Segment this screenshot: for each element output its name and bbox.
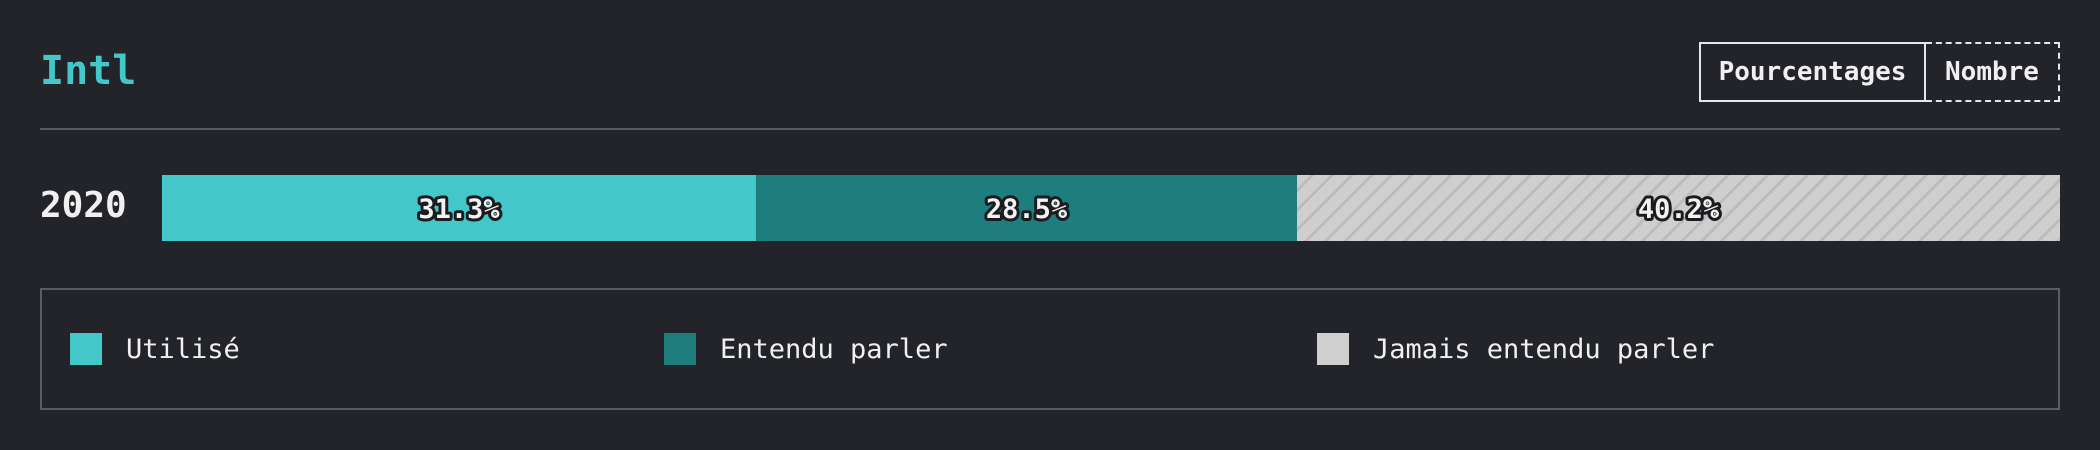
stacked-bar-chart: 31.3% 28.5% 40.2% <box>162 175 2060 241</box>
category-label: 2020 <box>40 185 127 226</box>
legend-label-never: Jamais entendu parler <box>1373 333 1715 365</box>
view-toggle: Pourcentages Nombre <box>1699 42 2060 102</box>
legend-item-heard[interactable]: Entendu parler <box>664 332 948 366</box>
legend: Utilisé Entendu parler Jamais entendu pa… <box>40 288 2060 410</box>
chart-page: Intl Pourcentages Nombre 2020 31.3% 28.5%… <box>0 0 2100 450</box>
legend-swatch-heard <box>664 333 696 365</box>
percentages-toggle-button[interactable]: Pourcentages <box>1699 42 1926 102</box>
legend-swatch-used <box>70 333 102 365</box>
legend-label-heard: Entendu parler <box>720 333 948 365</box>
bar-value-label-never: 40.2% <box>1638 194 1720 225</box>
bar-value-label-heard: 28.5% <box>986 194 1068 225</box>
legend-swatch-never <box>1317 333 1349 365</box>
bar-row: 2020 31.3% 28.5% 40.2% <box>40 175 2060 241</box>
legend-item-never[interactable]: Jamais entendu parler <box>1317 332 1714 366</box>
chart-title: Intl <box>40 48 137 94</box>
chart-header: Intl Pourcentages Nombre <box>40 40 2060 130</box>
legend-item-used[interactable]: Utilisé <box>70 332 240 366</box>
count-toggle-button[interactable]: Nombre <box>1926 42 2060 102</box>
legend-label-used: Utilisé <box>126 333 240 365</box>
bar-value-label-used: 31.3% <box>418 194 500 225</box>
